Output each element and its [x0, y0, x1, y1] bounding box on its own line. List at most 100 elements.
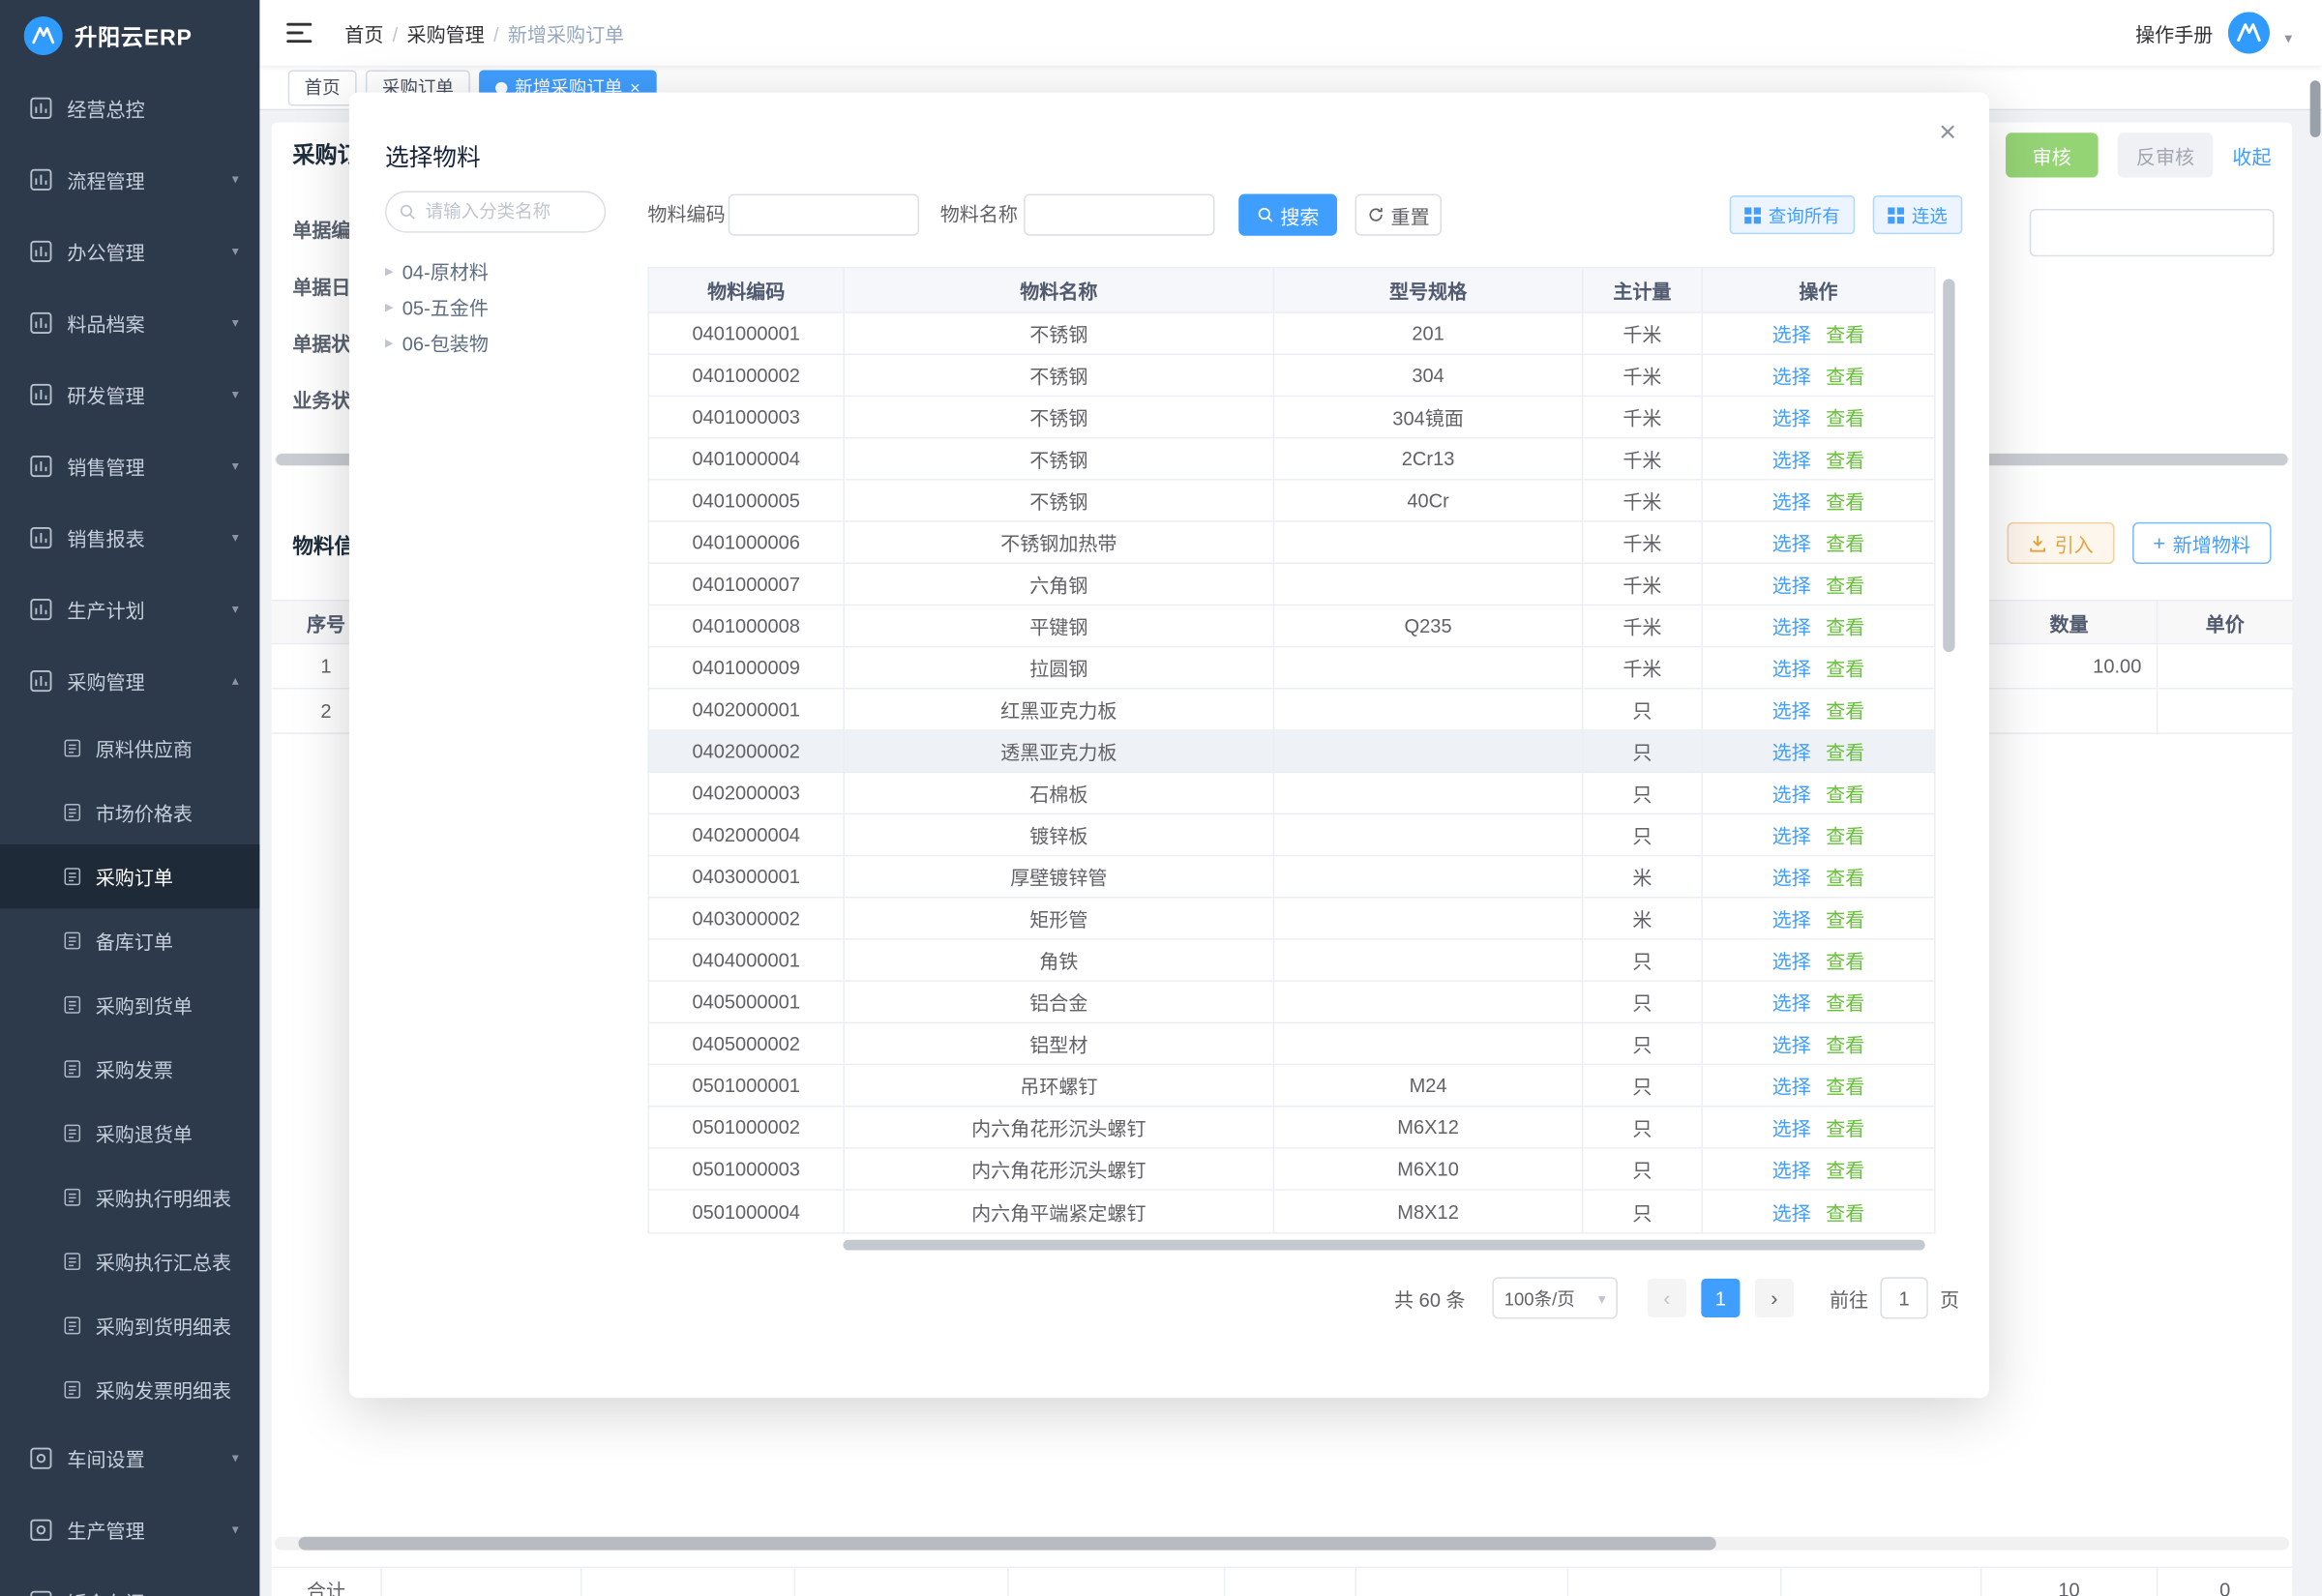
select-link[interactable]: 选择 [1772, 737, 1811, 765]
page-scrollbar[interactable] [2310, 80, 2321, 137]
view-link[interactable]: 查看 [1826, 1113, 1864, 1141]
material-row[interactable]: 0404000001 角铁 只 选择 查看 [649, 940, 1934, 982]
select-link[interactable]: 选择 [1772, 361, 1811, 389]
view-link[interactable]: 查看 [1826, 654, 1864, 682]
sidebar-item[interactable]: 料品档案 ▾ [0, 286, 259, 358]
sidebar-item[interactable]: 办公管理 ▾ [0, 215, 259, 286]
expand-caret-icon[interactable] [385, 296, 394, 315]
view-link[interactable]: 查看 [1826, 695, 1864, 724]
view-link[interactable]: 查看 [1826, 1155, 1864, 1183]
material-row[interactable]: 0405000002 铝型材 只 选择 查看 [649, 1023, 1934, 1065]
view-link[interactable]: 查看 [1826, 820, 1864, 848]
select-link[interactable]: 选择 [1772, 863, 1811, 891]
expand-caret-icon[interactable] [385, 260, 394, 280]
select-link[interactable]: 选择 [1772, 779, 1811, 807]
material-row[interactable]: 0401000002 不锈钢 304 千米 选择 查看 [649, 355, 1934, 397]
view-link[interactable]: 查看 [1826, 779, 1864, 807]
unaudit-button[interactable]: 反审核 [2118, 133, 2214, 177]
select-link[interactable]: 选择 [1772, 402, 1811, 430]
material-row[interactable]: 0501000003 内六角花形沉头螺钉 M6X10 只 选择 查看 [649, 1149, 1934, 1191]
tree-node[interactable]: 06-包装物 [385, 324, 639, 360]
material-row[interactable]: 0402000002 透黑亚克力板 只 选择 查看 [649, 731, 1934, 773]
view-link[interactable]: 查看 [1826, 402, 1864, 430]
collapse-link[interactable]: 收起 [2232, 141, 2271, 169]
sidebar-subitem[interactable]: 采购执行明细表 [0, 1166, 259, 1229]
breadcrumb-item[interactable]: 首页 [344, 18, 398, 46]
sidebar-item[interactable]: 研发管理 ▾ [0, 358, 259, 429]
select-link[interactable]: 选择 [1772, 1155, 1811, 1183]
column-header[interactable]: 数量 [1981, 602, 2158, 643]
tab[interactable]: 首页 [288, 70, 357, 105]
material-row[interactable]: 0501000002 内六角花形沉头螺钉 M6X12 只 选择 查看 [649, 1107, 1934, 1148]
vertical-scrollbar[interactable] [1943, 267, 1954, 1230]
sidebar-subitem[interactable]: 采购到货明细表 [0, 1293, 259, 1357]
material-row[interactable]: 0402000001 红黑亚克力板 只 选择 查看 [649, 690, 1934, 731]
next-page-button[interactable] [1755, 1279, 1794, 1317]
reset-button[interactable]: 重置 [1355, 194, 1442, 236]
view-link[interactable]: 查看 [1826, 570, 1864, 598]
material-row[interactable]: 0401000004 不锈钢 2Cr13 千米 选择 查看 [649, 438, 1934, 480]
sidebar-subitem[interactable]: 采购发票 [0, 1037, 259, 1101]
column-header[interactable]: 操作 [1703, 269, 1934, 312]
tree-node[interactable]: 05-五金件 [385, 288, 639, 324]
select-link[interactable]: 选择 [1772, 319, 1811, 347]
sidebar-subitem[interactable]: 采购到货单 [0, 973, 259, 1037]
material-row[interactable]: 0401000001 不锈钢 201 千米 选择 查看 [649, 313, 1934, 355]
sidebar-item[interactable]: 生产计划 ▾ [0, 573, 259, 644]
horizontal-scrollbar[interactable] [275, 1537, 2289, 1551]
import-button[interactable]: 引入 [2007, 522, 2114, 564]
material-row[interactable]: 0403000002 矩形管 米 选择 查看 [649, 899, 1934, 940]
view-link[interactable]: 查看 [1826, 361, 1864, 389]
material-row[interactable]: 0401000008 平键钢 Q235 千米 选择 查看 [649, 606, 1934, 647]
scrollbar-thumb[interactable] [1943, 279, 1954, 652]
select-link[interactable]: 选择 [1772, 611, 1811, 639]
goto-page-input[interactable] [1880, 1277, 1927, 1318]
add-material-button[interactable]: 新增物料 [2132, 522, 2272, 564]
scrollbar-thumb[interactable] [298, 1537, 1715, 1551]
sidebar-item[interactable]: 钣金车间 ▾ [0, 1565, 259, 1596]
prev-page-button[interactable] [1648, 1279, 1686, 1317]
select-link[interactable]: 选择 [1772, 570, 1811, 598]
select-link[interactable]: 选择 [1772, 1197, 1811, 1226]
view-link[interactable]: 查看 [1826, 863, 1864, 891]
search-button[interactable]: 搜索 [1238, 194, 1337, 236]
view-link[interactable]: 查看 [1826, 319, 1864, 347]
select-link[interactable]: 选择 [1772, 1113, 1811, 1141]
sidebar-subitem[interactable]: 备库订单 [0, 908, 259, 972]
page-size-select[interactable]: 100条/页 [1492, 1277, 1618, 1318]
sidebar-subitem[interactable]: 原料供应商 [0, 716, 259, 780]
column-header[interactable]: 型号规格 [1274, 269, 1583, 312]
select-link[interactable]: 选择 [1772, 654, 1811, 682]
category-search-input[interactable] [426, 201, 575, 222]
select-link[interactable]: 选择 [1772, 528, 1811, 556]
material-row[interactable]: 0402000003 石棉板 只 选择 查看 [649, 773, 1934, 814]
sidebar-item[interactable]: 车间设置 ▾ [0, 1422, 259, 1493]
material-row[interactable]: 0403000001 厚壁镀锌管 米 选择 查看 [649, 856, 1934, 898]
audit-button[interactable]: 审核 [2006, 133, 2099, 177]
select-link[interactable]: 选择 [1772, 1071, 1811, 1099]
current-page-button[interactable]: 1 [1701, 1279, 1740, 1317]
select-link[interactable]: 选择 [1772, 946, 1811, 974]
tree-node[interactable]: 04-原材料 [385, 252, 639, 288]
code-filter-input[interactable] [729, 194, 919, 236]
menu-fold-icon[interactable] [286, 22, 312, 44]
view-link[interactable]: 查看 [1826, 487, 1864, 515]
material-row[interactable]: 0405000001 铝合金 只 选择 查看 [649, 982, 1934, 1023]
sidebar-item[interactable]: 采购管理 ▴ [0, 644, 259, 716]
view-link[interactable]: 查看 [1826, 528, 1864, 556]
expand-caret-icon[interactable] [385, 332, 394, 351]
sidebar-subitem[interactable]: 市场价格表 [0, 781, 259, 844]
view-link[interactable]: 查看 [1826, 1197, 1864, 1226]
sidebar-item[interactable]: 销售报表 ▾ [0, 501, 259, 573]
sidebar-item[interactable]: 经营总控 [0, 72, 259, 143]
view-link[interactable]: 查看 [1826, 737, 1864, 765]
avatar[interactable] [2228, 12, 2270, 53]
material-row[interactable]: 0501000004 内六角平端紧定螺钉 M8X12 只 选择 查看 [649, 1191, 1934, 1232]
column-header[interactable]: 单价 [2158, 602, 2292, 643]
sidebar-subitem[interactable]: 采购执行汇总表 [0, 1229, 259, 1293]
material-row[interactable]: 0401000006 不锈钢加热带 千米 选择 查看 [649, 522, 1934, 564]
select-link[interactable]: 选择 [1772, 820, 1811, 848]
sidebar-subitem[interactable]: 采购退货单 [0, 1101, 259, 1165]
material-row[interactable]: 0402000004 镀锌板 只 选择 查看 [649, 814, 1934, 856]
name-filter-input[interactable] [1024, 194, 1214, 236]
